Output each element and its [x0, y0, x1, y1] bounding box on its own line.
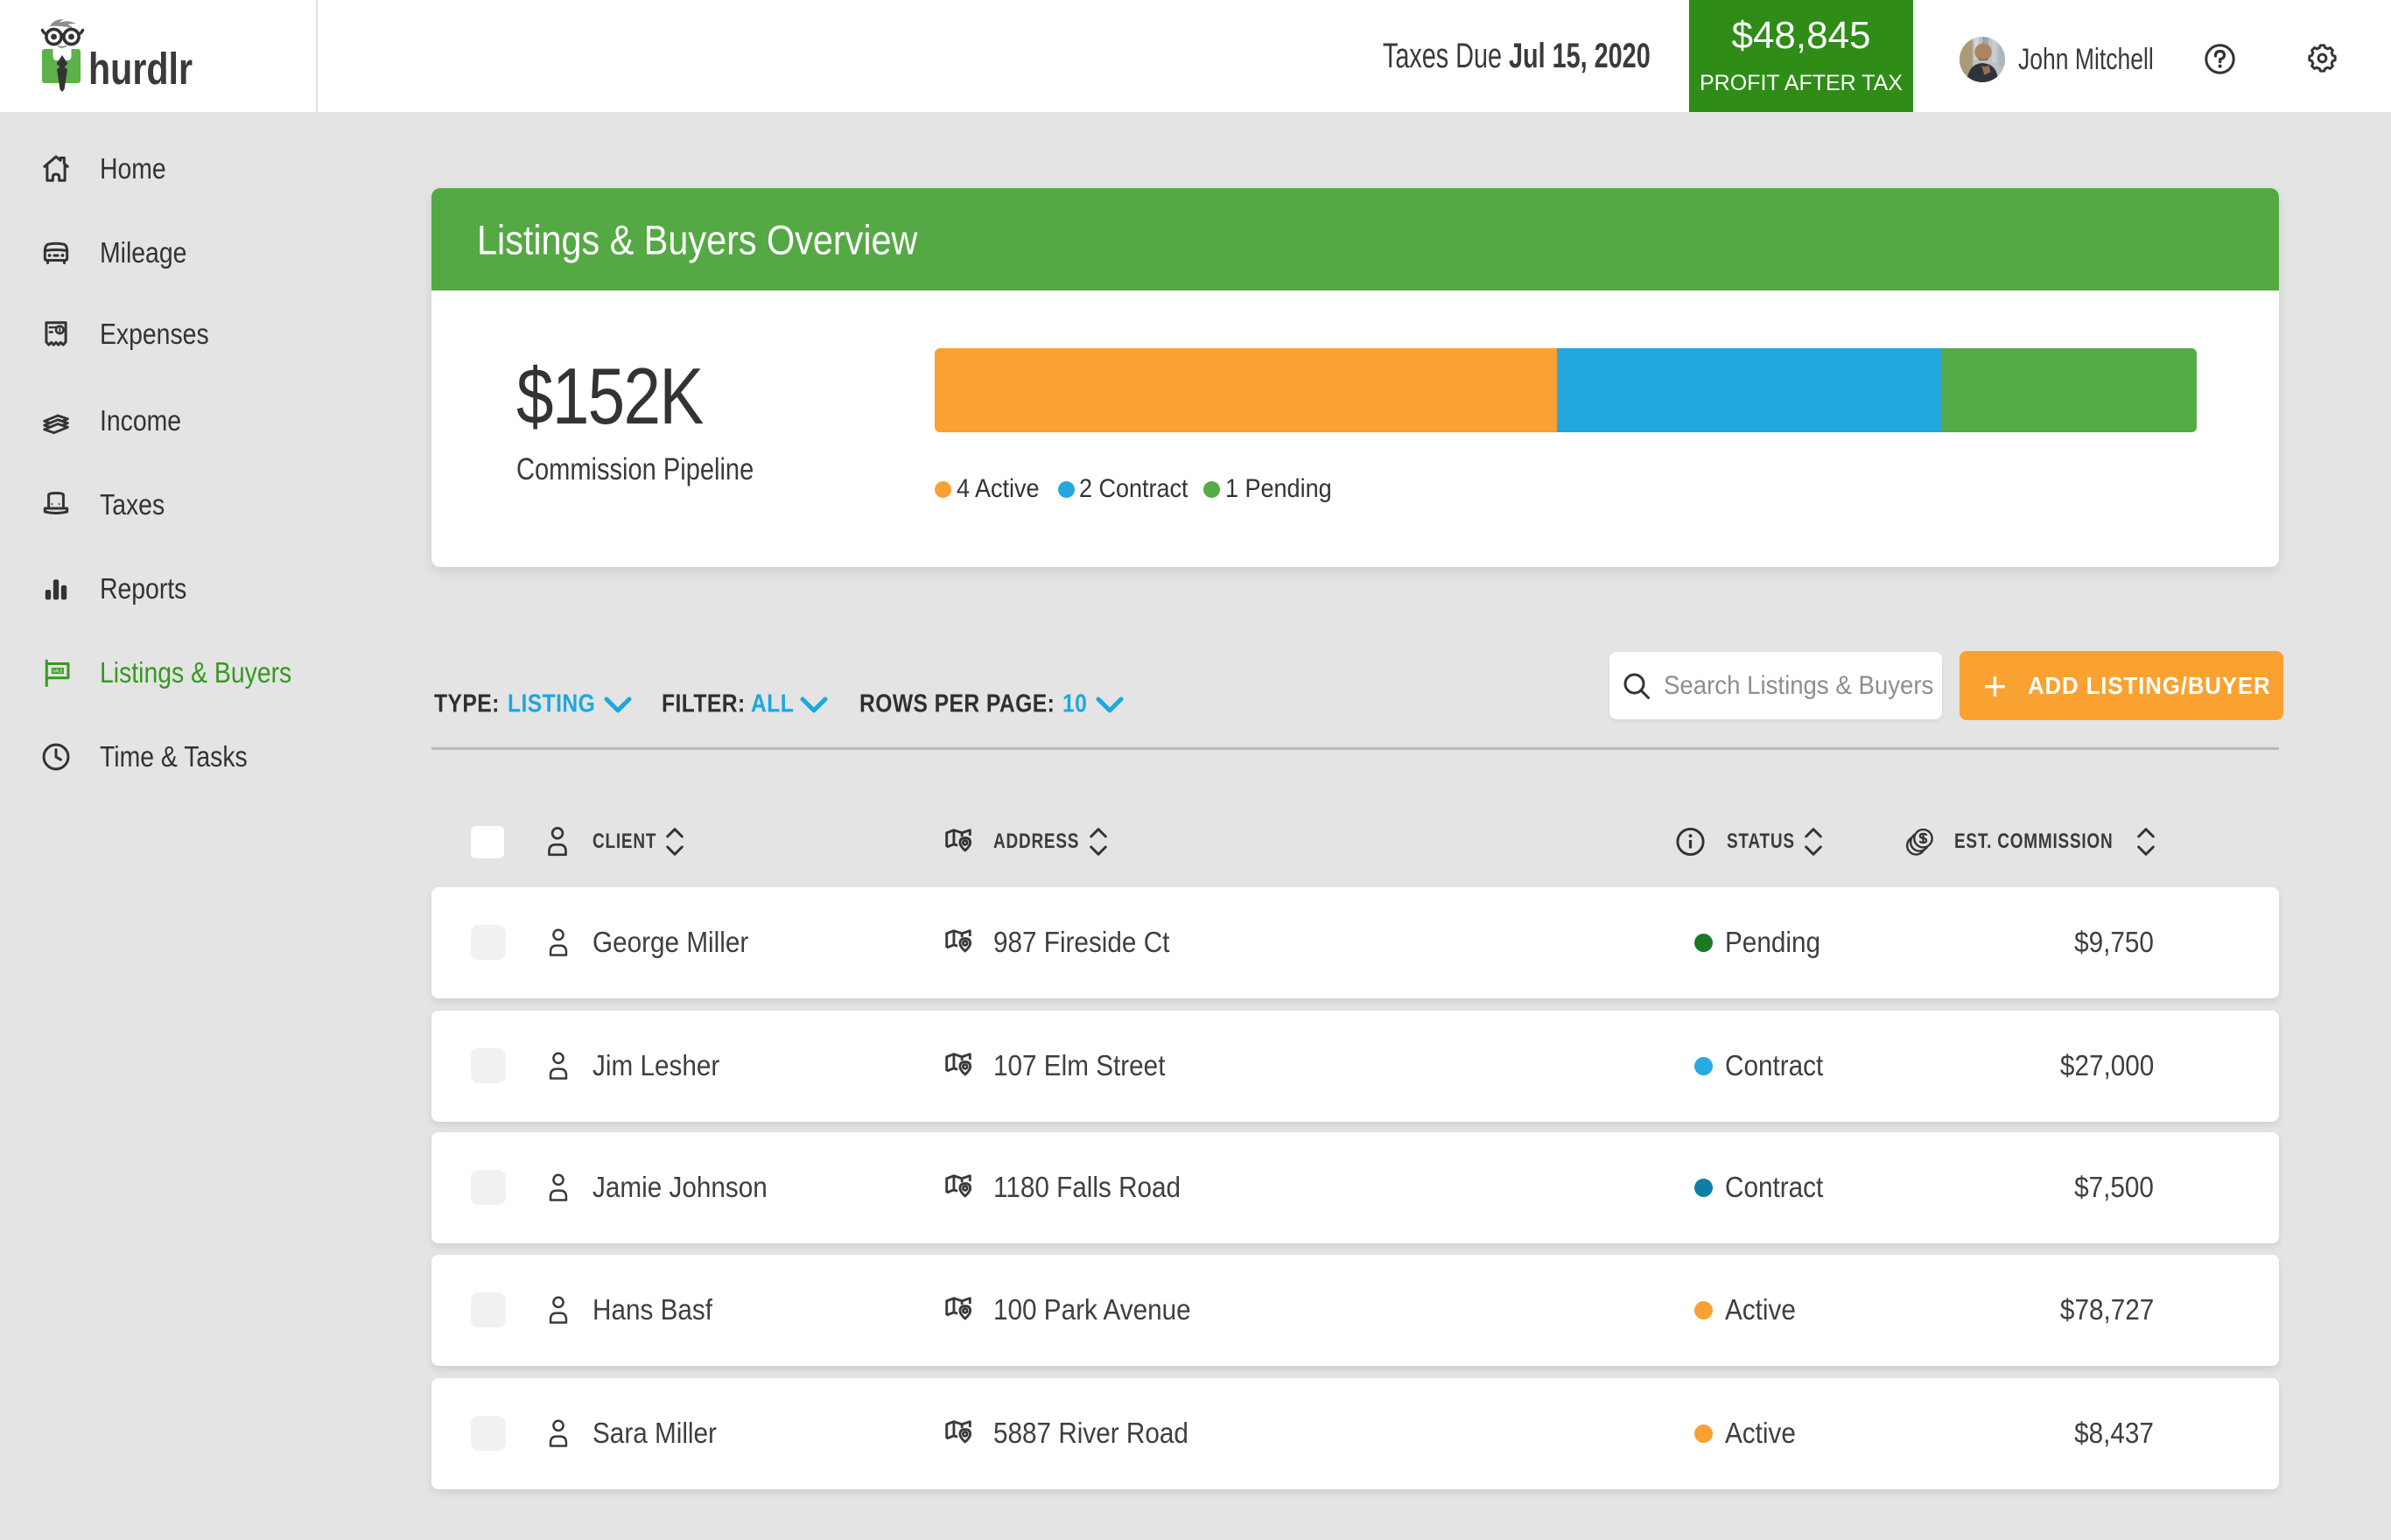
svg-text:SALE: SALE: [53, 669, 63, 675]
svg-text:hurdlr: hurdlr: [88, 44, 193, 94]
